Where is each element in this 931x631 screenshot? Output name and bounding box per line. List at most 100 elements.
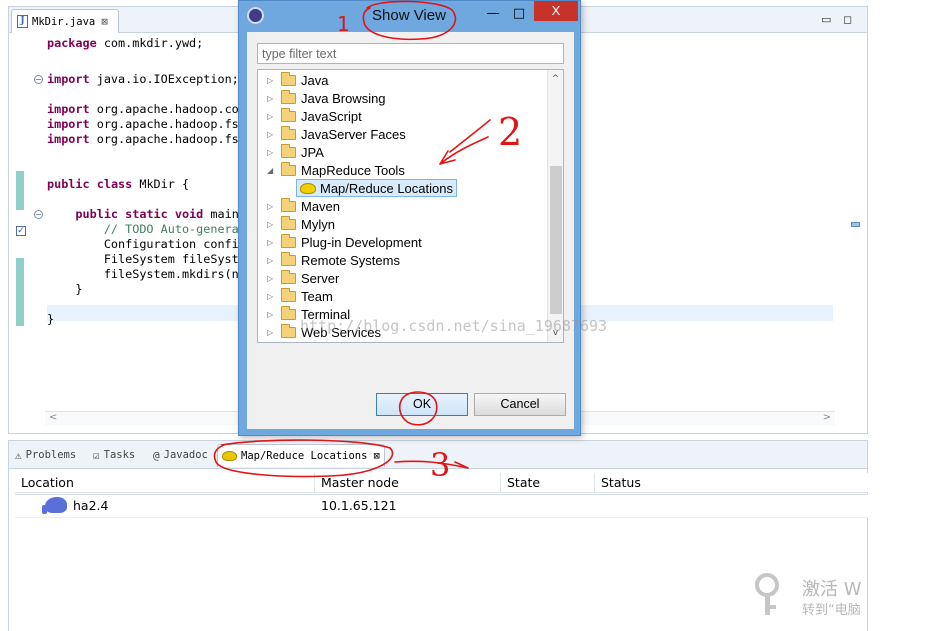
tree-category[interactable]: ▷ JavaScript: [258, 107, 548, 125]
java-file-icon: J: [17, 15, 28, 28]
folder-icon: [281, 71, 296, 86]
collapsed-arrow-icon[interactable]: ▷: [267, 274, 277, 283]
collapsed-arrow-icon[interactable]: ▷: [267, 130, 277, 139]
cancel-button[interactable]: Cancel: [474, 393, 566, 416]
collapsed-arrow-icon[interactable]: ▷: [267, 220, 277, 229]
folder-icon: [281, 125, 296, 140]
code-line: FileSystem fileSyste: [47, 252, 246, 267]
code-text: main: [203, 207, 239, 221]
javadoc-icon: @: [153, 448, 160, 462]
key-icon: [755, 573, 779, 615]
folder-icon: [281, 89, 296, 104]
eclipse-gear-icon: [247, 7, 264, 24]
collapsed-arrow-icon[interactable]: ▷: [267, 94, 277, 103]
tab-map-reduce-locations[interactable]: Map/Reduce Locations ⊠: [217, 444, 385, 467]
tree-category[interactable]: ▷ Plug-in Development: [258, 233, 548, 251]
tree-item-label: MapReduce Tools: [301, 162, 405, 178]
column-header-location[interactable]: Location: [15, 473, 315, 493]
collapsed-arrow-icon[interactable]: ▷: [267, 148, 277, 157]
collapsed-arrow-icon[interactable]: ▷: [267, 238, 277, 247]
code-line: import java.io.IOException;: [47, 72, 239, 87]
view-tree[interactable]: ▷ Java ▷ Java Browsing ▷ JavaScript ▷ JavaServe…: [257, 69, 564, 343]
tree-item-label: JavaScript: [301, 108, 362, 124]
editor-tab-mkdir[interactable]: J MkDir.java ⊠: [11, 9, 119, 33]
locations-table-header: Location Master node State Status: [15, 473, 869, 493]
code-line: fileSystem.mkdirs(ne: [47, 267, 246, 282]
tab-problems[interactable]: ⚠ Problems: [15, 447, 76, 463]
scroll-up-icon[interactable]: ^: [548, 72, 563, 86]
maximize-icon[interactable]: □: [509, 4, 529, 24]
overview-ruler-marker[interactable]: [851, 222, 860, 227]
scroll-left-icon[interactable]: <: [49, 412, 57, 423]
column-header-master-node[interactable]: Master node: [315, 473, 501, 493]
collapsed-arrow-icon[interactable]: ▷: [267, 76, 277, 85]
hadoop-location-icon: [42, 497, 67, 514]
tree-item-label: JavaServer Faces: [301, 126, 406, 142]
filter-input[interactable]: [257, 43, 564, 64]
code-text: org.apache.hadoop.con: [89, 102, 246, 116]
maximize-icon[interactable]: ◻: [843, 13, 852, 26]
code-line: public class MkDir {: [47, 177, 189, 192]
tree-category[interactable]: ◢ MapReduce Tools: [258, 161, 548, 179]
minimize-icon[interactable]: ▭: [821, 13, 831, 26]
code-keyword: public: [47, 177, 90, 191]
fold-icon[interactable]: −: [34, 210, 43, 219]
collapsed-arrow-icon[interactable]: ▷: [267, 310, 277, 319]
tree-category[interactable]: ▷ Java Browsing: [258, 89, 548, 107]
tree-category[interactable]: ▷ JavaServer Faces: [258, 125, 548, 143]
column-header-state[interactable]: State: [501, 473, 595, 493]
tree-item-label: Server: [301, 270, 340, 286]
code-keyword: import: [47, 132, 90, 146]
fold-icon[interactable]: −: [34, 75, 43, 84]
code-text: }: [47, 312, 55, 326]
collapsed-arrow-icon[interactable]: ▷: [267, 202, 277, 211]
tree-category[interactable]: ▷ Mylyn: [258, 215, 548, 233]
view-tab-bar: ⚠ Problems ☑ Tasks @ Javadoc Map/Reduce …: [9, 441, 867, 469]
code-keyword: class: [96, 177, 133, 191]
scrollbar-thumb[interactable]: [550, 166, 562, 314]
tree-item-label: Team: [301, 288, 333, 304]
expanded-arrow-icon[interactable]: ◢: [267, 166, 277, 175]
location-name: ha2.4: [73, 498, 109, 513]
problems-icon: ⚠: [15, 448, 22, 462]
collapsed-arrow-icon[interactable]: ▷: [267, 292, 277, 301]
windows-activation-notice: 激活 W 转到“电脑: [752, 571, 872, 621]
tab-label: Tasks: [103, 449, 136, 461]
code-line: public static void main: [47, 207, 239, 222]
dialog-title-bar[interactable]: Show View — □ X: [239, 1, 580, 31]
collapsed-arrow-icon[interactable]: ▷: [267, 256, 277, 265]
tree-item-map-reduce-locations[interactable]: Map/Reduce Locations: [296, 179, 457, 197]
bottom-view-panel: ⚠ Problems ☑ Tasks @ Javadoc Map/Reduce …: [8, 440, 869, 631]
code-keyword: static: [125, 207, 168, 221]
code-keyword: import: [47, 72, 90, 86]
scroll-right-icon[interactable]: >: [823, 412, 831, 423]
code-comment: // TODO Auto-generat: [47, 222, 246, 236]
tree-category[interactable]: ▷ Maven: [258, 197, 548, 215]
blog-watermark: http://blog.csdn.net/sina_19687693: [300, 317, 608, 335]
code-keyword: import: [47, 102, 90, 116]
tree-item-label: Java: [301, 72, 329, 88]
collapsed-arrow-icon[interactable]: ▷: [267, 112, 277, 121]
tree-vertical-scrollbar[interactable]: ^ v: [547, 70, 563, 342]
tab-javadoc[interactable]: @ Javadoc: [153, 447, 208, 463]
ok-button[interactable]: OK: [376, 393, 468, 416]
tab-tasks[interactable]: ☑ Tasks: [93, 447, 135, 463]
code-line: }: [47, 282, 82, 297]
tree-category[interactable]: ▷ JPA: [258, 143, 548, 161]
code-text: MkDir {: [132, 177, 190, 191]
tree-category[interactable]: ▷ Server: [258, 269, 548, 287]
tasks-icon: ☑: [93, 448, 100, 462]
table-row[interactable]: ha2.4 10.1.65.121: [15, 494, 869, 518]
column-header-status[interactable]: Status: [595, 473, 869, 493]
tree-category[interactable]: ▷ Team: [258, 287, 548, 305]
collapsed-arrow-icon[interactable]: ▷: [267, 328, 277, 337]
tree-category[interactable]: ▷ Remote Systems: [258, 251, 548, 269]
code-keyword: import: [47, 117, 90, 131]
tree-category[interactable]: ▷ Java: [258, 71, 548, 89]
close-icon[interactable]: ⊠: [101, 15, 108, 28]
close-button[interactable]: X: [534, 1, 578, 21]
cell-status: [595, 495, 795, 517]
minimize-icon[interactable]: —: [483, 4, 503, 24]
close-icon[interactable]: ⊠: [373, 450, 379, 462]
